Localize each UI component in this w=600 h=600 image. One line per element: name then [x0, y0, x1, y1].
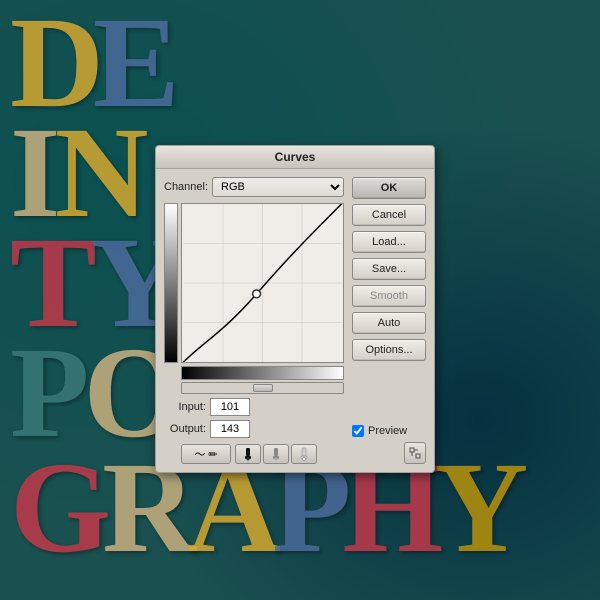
curve-canvas[interactable] — [181, 203, 344, 363]
channel-select[interactable]: RGB Red Green Blue — [212, 177, 344, 197]
curve-svg — [182, 204, 343, 362]
dialog-body: Channel: RGB Red Green Blue — [156, 169, 434, 472]
pencil-tool-icon: ✏ — [208, 448, 217, 461]
eyedropper-white-icon — [297, 447, 311, 461]
dialog-title: Curves — [275, 150, 316, 164]
bottom-gradient-bar — [181, 366, 344, 380]
preview-row: Preview — [352, 425, 426, 437]
channel-row: Channel: RGB Red Green Blue — [164, 177, 344, 197]
expand-icon — [409, 447, 421, 459]
cancel-button[interactable]: Cancel — [352, 204, 426, 226]
options-button[interactable]: Options... — [352, 339, 426, 361]
eyedropper-black-btn[interactable] — [235, 444, 261, 464]
load-button[interactable]: Load... — [352, 231, 426, 253]
eyedropper-gray-icon — [269, 447, 283, 461]
curve-tool-icon: 〜 — [194, 446, 205, 462]
preview-checkbox[interactable] — [352, 425, 364, 437]
expand-button[interactable] — [404, 442, 426, 464]
input-row: Input: — [164, 398, 344, 416]
channel-label: Channel: — [164, 181, 208, 193]
scroll-thumb — [253, 384, 273, 392]
eyedropper-gray-btn[interactable] — [263, 444, 289, 464]
auto-button[interactable]: Auto — [352, 312, 426, 334]
input-label: Input: — [164, 401, 206, 413]
eyedropper-white-btn[interactable] — [291, 444, 317, 464]
right-panel: OK Cancel Load... Save... Smooth Auto Op… — [352, 177, 426, 464]
left-panel: Channel: RGB Red Green Blue — [164, 177, 344, 464]
output-row: Output: — [164, 420, 344, 438]
ok-button[interactable]: OK — [352, 177, 426, 199]
spacer — [352, 366, 426, 420]
gradient-bar — [164, 203, 178, 363]
curves-dialog: Curves Channel: RGB Red Green Blue — [155, 145, 435, 473]
curve-container — [164, 203, 344, 363]
smooth-button[interactable]: Smooth — [352, 285, 426, 307]
save-button[interactable]: Save... — [352, 258, 426, 280]
input-field[interactable] — [210, 398, 250, 416]
output-label: Output: — [164, 423, 206, 435]
tools-row: 〜 ✏ — [181, 444, 344, 464]
eyedropper-set — [235, 444, 317, 464]
preview-label: Preview — [368, 425, 407, 437]
channel-select-wrapper[interactable]: RGB Red Green Blue — [212, 177, 344, 197]
curve-scroll-bar[interactable] — [181, 382, 344, 394]
output-field[interactable] — [210, 420, 250, 438]
dialog-titlebar: Curves — [156, 146, 434, 169]
eyedropper-black-icon — [241, 447, 255, 461]
curve-pencil-toggle[interactable]: 〜 ✏ — [181, 444, 231, 464]
